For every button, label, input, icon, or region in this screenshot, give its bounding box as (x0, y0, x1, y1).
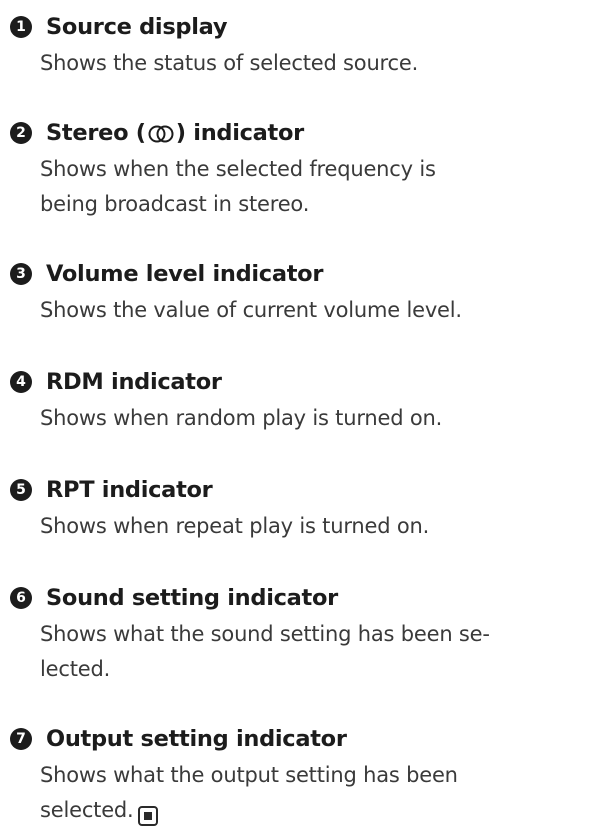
entry-title: 4 RDM indicator (10, 367, 585, 397)
stereo-circles-icon (147, 124, 175, 144)
end-of-section-square (143, 812, 152, 820)
entry-description: Shows the status of selected source. (40, 46, 585, 81)
number-badge: 1 (10, 16, 32, 38)
entry-heading: Sound setting indicator (46, 585, 338, 611)
entry-stereo-indicator: 2 Stereo ( ) indicator Shows when the sel… (10, 118, 585, 222)
description-line: selected. (40, 793, 585, 828)
entry-volume-level-indicator: 3 Volume level indicator Shows the value… (10, 259, 585, 328)
heading-text-after: ) indicator (175, 120, 305, 146)
description-text: selected. (40, 798, 134, 822)
number-badge: 3 (10, 263, 32, 285)
description-line: Shows what the output setting has been (40, 763, 458, 787)
number-badge: 7 (10, 728, 32, 750)
manual-page: 1 Source display Shows the status of sel… (0, 0, 593, 838)
number-badge: 2 (10, 122, 32, 144)
description-line: Shows the status of selected source. (40, 51, 419, 75)
description-line: Shows when repeat play is turned on. (40, 514, 430, 538)
number-badge: 6 (10, 587, 32, 609)
entry-heading: Source display (46, 14, 228, 40)
entry-source-display: 1 Source display Shows the status of sel… (10, 12, 585, 81)
entry-sound-setting-indicator: 6 Sound setting indicator Shows what the… (10, 583, 585, 687)
entry-description: Shows when random play is turned on. (40, 401, 585, 436)
number-badge: 4 (10, 371, 32, 393)
entry-description: Shows when repeat play is turned on. (40, 509, 585, 544)
entry-rpt-indicator: 5 RPT indicator Shows when repeat play i… (10, 475, 585, 544)
entry-title: 3 Volume level indicator (10, 259, 585, 289)
entry-heading: Output setting indicator (46, 726, 347, 752)
entry-description: Shows what the output setting has been s… (40, 758, 585, 828)
entry-description: Shows what the sound setting has been se… (40, 617, 585, 687)
entry-title: 1 Source display (10, 12, 585, 42)
entry-description: Shows the value of current volume level. (40, 293, 585, 328)
entry-title: 2 Stereo ( ) indicator (10, 118, 585, 148)
entry-rdm-indicator: 4 RDM indicator Shows when random play i… (10, 367, 585, 436)
entry-title: 5 RPT indicator (10, 475, 585, 505)
description-line: Shows when the selected frequency is (40, 157, 436, 181)
entry-heading: Stereo ( ) indicator (46, 120, 304, 146)
number-badge: 5 (10, 479, 32, 501)
entry-heading: Volume level indicator (46, 261, 324, 287)
description-line: being broadcast in stereo. (40, 192, 310, 216)
entry-output-setting-indicator: 7 Output setting indicator Shows what th… (10, 724, 585, 828)
description-line: lected. (40, 657, 111, 681)
entry-title: 6 Sound setting indicator (10, 583, 585, 613)
heading-text-before: Stereo ( (46, 120, 146, 146)
description-line: Shows the value of current volume level. (40, 298, 462, 322)
description-line: Shows when random play is turned on. (40, 406, 443, 430)
entry-heading: RDM indicator (46, 369, 222, 395)
entry-description: Shows when the selected frequency is bei… (40, 152, 585, 222)
description-line: Shows what the sound setting has been se… (40, 622, 490, 646)
entry-title: 7 Output setting indicator (10, 724, 585, 754)
end-of-section-icon (137, 806, 158, 826)
entry-heading: RPT indicator (46, 477, 213, 503)
